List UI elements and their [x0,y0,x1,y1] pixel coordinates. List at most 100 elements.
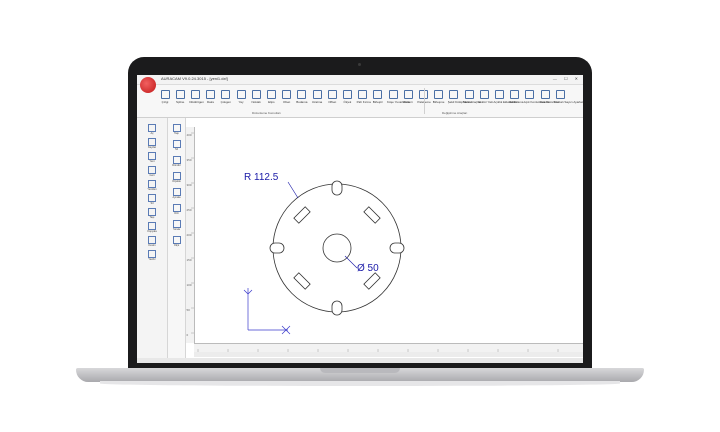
ribbon-tool[interactable]: Yay [235,90,247,104]
ribbon-tool[interactable]: Elips [265,90,277,104]
ribbon-tool[interactable]: Hata Düzeltme [539,90,559,104]
tool-icon [282,90,292,99]
tool-icon [206,90,216,99]
ribbon-tool[interactable]: Markalama [508,90,524,104]
side-tool[interactable]: Sil [168,140,185,151]
ribbon-tool[interactable]: Birleştir [372,90,384,104]
tool-icon [172,188,181,196]
ribbon-tool[interactable]: Şekil Kütüphanesi [448,90,472,104]
tool-icon [312,90,322,99]
ribbon-tool[interactable]: Noktalı [250,90,262,104]
side-tool-label: Döndür [172,164,181,167]
ribbon-tool[interactable]: Offset [326,90,338,104]
side-tool[interactable]: Dizi [168,204,185,215]
notch-top [331,180,343,196]
side-tool[interactable]: Ölçekle [168,172,185,183]
side-tool[interactable]: Geri [139,166,165,177]
vertical-ruler: 400 350 300 250 200 150 100 50 0 [186,127,195,343]
ribbon-tool[interactable]: Noktalı Sayıcı Ayarlama [554,90,583,104]
ruler-tick-label: 100 [187,283,192,287]
side-tool-label: Aynala [172,196,181,199]
ribbon-tool[interactable]: Çizgi [159,90,171,104]
ribbon-tool-label: Markalama [508,100,524,104]
side-tool[interactable]: Ölçü [168,236,185,247]
side-tool[interactable]: Aç [139,124,165,135]
ribbon-tool-label: Ölçek [343,100,352,104]
ribbon-tool-label: Çokgen [220,100,231,104]
side-tool[interactable]: Yazdır [139,250,165,261]
tool-icon [479,90,489,99]
ribbon-tool[interactable]: Vektör Yazı [478,90,493,104]
laptop-shadow [100,381,620,386]
left-tool-panel: Aç Kaydet Yeni Geri Yeniden Sil Taşı Kopyala Kes… [137,118,168,363]
ribbon-tool-label: Yay [238,100,244,104]
side-tool[interactable]: Kesim [139,236,165,247]
tool-icon [358,90,368,99]
ruler-tick-label: 300 [187,183,192,187]
ribbon-tool[interactable]: Köşe Yuvarlatma [387,90,410,104]
tool-icon [525,90,535,99]
ribbon-tool-label: Budama [296,100,308,104]
ucs-axis-icon [243,288,291,335]
ruler-tick-label: 50 [187,308,191,312]
horizontal-scrollbar[interactable] [194,352,583,357]
tool-icon [172,236,181,244]
tool-icon [172,140,181,148]
side-tool-label: Taşı [149,216,155,219]
side-tool[interactable]: Taşı [139,208,165,219]
side-tool[interactable]: Yeniden [139,180,165,191]
ribbon-tool-label: Çizgi [161,100,169,104]
ribbon-tool[interactable]: Pattern [402,90,414,104]
drawing-canvas[interactable]: R 112.5 Ø 50 [194,118,583,343]
radius-leader [287,181,299,199]
side-tool[interactable]: Taşı [168,124,185,135]
ribbon-tool[interactable]: Pah Kırma [357,90,371,104]
side-tool[interactable]: Sırala [168,220,185,231]
ribbon-tool[interactable]: Ölçek [341,90,353,104]
app-logo-icon[interactable] [140,77,156,93]
side-tool[interactable]: Yeni [139,152,165,163]
diameter-dimension[interactable]: Ø 50 [357,263,379,274]
tool-icon [148,138,156,146]
side-tool[interactable]: Sil [139,194,165,205]
ruler-tick-label: 400 [187,133,192,137]
ruler-tick-label: 200 [187,233,192,237]
ribbon-tool-label: Daire [207,100,215,104]
ribbon-tool[interactable]: Ofset [281,90,293,104]
tool-icon [172,172,181,180]
tool-icon [434,90,444,99]
ribbon-tool[interactable]: Açıklık Eklenebilir [493,90,517,104]
side-tool[interactable]: Kopyala [139,222,165,233]
outer-circle [272,183,402,313]
ribbon-tool-label: Açıklık Eklenebilir [493,100,517,104]
ribbon-tool[interactable]: Birleşme [433,90,445,104]
side-tool-label: Yazdır [148,258,156,261]
window-title: AURACAM V9.0.24.3015 - [yeni1.dxf] [161,76,228,81]
tool-icon [494,90,504,99]
window-controls[interactable]: — ☐ ✕ [553,76,581,81]
ribbon-tool[interactable]: Çokgen [220,90,232,104]
slot [293,206,311,224]
ribbon-tool-label: Birleşme [432,100,445,104]
notches [269,180,405,316]
ribbon-tool[interactable]: Daire [205,90,217,104]
laptop-lid: AURACAM V9.0.24.3015 - [yeni1.dxf] — ☐ ✕… [128,57,592,371]
title-bar: AURACAM V9.0.24.3015 - [yeni1.dxf] — ☐ ✕ [137,75,583,85]
ribbon-tool[interactable]: Uzatma [311,90,323,104]
ribbon-tool[interactable]: Dikdörtgen [189,90,204,104]
side-tool-label: Sil [150,202,154,205]
side-tool[interactable]: Kaydet [139,138,165,149]
side-tool[interactable]: Döndür [168,156,185,167]
ribbon-tool[interactable]: Açık Kontur Kesme [524,90,549,104]
ribbon-tool[interactable]: Spline [174,90,186,104]
ribbon-tool[interactable]: Budama [296,90,308,104]
side-tool[interactable]: Aynala [168,188,185,199]
tool-icon [464,90,474,99]
tool-icon [251,90,261,99]
ribbon-tool[interactable]: Metin Araçları [463,90,481,104]
side-tool-label: Dizi [174,212,179,215]
radius-dimension[interactable]: R 112.5 [244,172,279,183]
part-geometry[interactable] [272,183,402,313]
side-tool-label: Sırala [173,228,180,231]
ribbon-tool-label: Birleştir [372,100,383,104]
